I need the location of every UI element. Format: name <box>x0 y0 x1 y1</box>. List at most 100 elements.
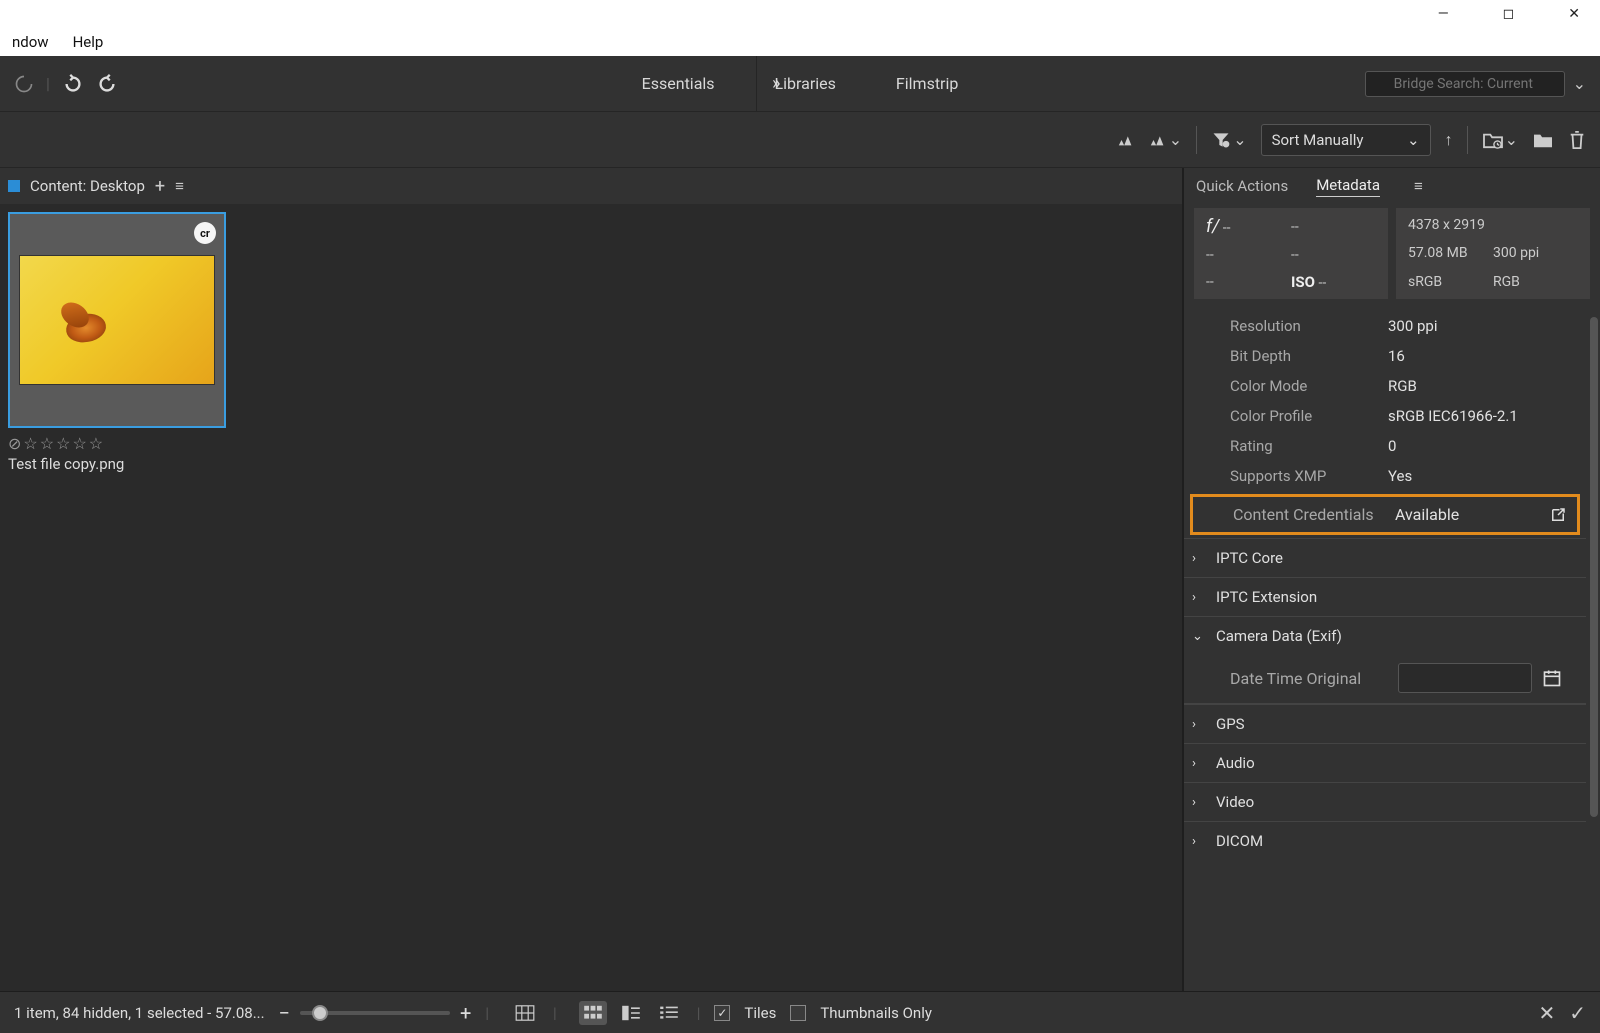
tab-libraries[interactable]: Libraries <box>775 74 836 93</box>
sort-dropdown[interactable]: Sort Manually ⌄ <box>1261 124 1431 156</box>
datetime-original-label: Date Time Original <box>1230 669 1388 688</box>
tab-quick-actions[interactable]: Quick Actions <box>1196 177 1288 195</box>
add-content-icon[interactable]: + <box>155 176 165 197</box>
tiles-checkbox[interactable] <box>714 1005 730 1021</box>
zoom-out-icon[interactable]: − <box>279 1001 290 1025</box>
section-audio[interactable]: › Audio <box>1184 743 1586 782</box>
separator <box>1467 126 1468 154</box>
scrollbar[interactable] <box>1590 317 1598 817</box>
view-thumbnails-icon[interactable] <box>579 1001 607 1025</box>
content-body[interactable]: cr ⊘ ☆ ☆ ☆ ☆ ☆ Test file copy.png <box>0 204 1182 991</box>
view-details-icon[interactable] <box>617 1001 645 1025</box>
sort-ascending-icon[interactable]: ↑ <box>1445 130 1453 150</box>
close-button[interactable]: ✕ <box>1556 2 1592 26</box>
status-text: 1 item, 84 hidden, 1 selected - 57.08... <box>14 1004 265 1022</box>
apply-icon[interactable]: ✓ <box>1569 1001 1586 1025</box>
star-icon[interactable]: ☆ <box>72 434 86 453</box>
aperture-label: f/ <box>1206 216 1219 237</box>
zoom-in-icon[interactable]: + <box>460 1001 471 1025</box>
content-title: Content: Desktop <box>30 177 145 195</box>
menu-window[interactable]: ndow <box>2 30 59 54</box>
iso-label: ISO <box>1291 273 1315 291</box>
meta-row-content-credentials[interactable]: Content Credentials Available <box>1190 494 1580 535</box>
camera-data-body: Date Time Original <box>1184 655 1586 704</box>
zoom-slider[interactable] <box>300 1011 450 1015</box>
meta-row-colorprofile: Color Profile sRGB IEC61966-2.1 <box>1230 401 1586 431</box>
chevron-down-icon: ⌄ <box>1192 629 1206 644</box>
recent-folder-icon[interactable]: ⌄ <box>1482 130 1518 149</box>
maximize-button[interactable]: ◻ <box>1491 2 1527 26</box>
section-iptc-extension[interactable]: › IPTC Extension <box>1184 577 1586 616</box>
redo-icon[interactable] <box>96 73 118 95</box>
content-header: Content: Desktop + ≡ <box>0 168 1182 204</box>
colorspace-value: sRGB <box>1408 274 1493 290</box>
status-bar: 1 item, 84 hidden, 1 selected - 57.08...… <box>0 991 1600 1033</box>
cr-badge-icon: cr <box>194 222 216 244</box>
search-input[interactable] <box>1365 71 1565 97</box>
separator <box>1196 126 1197 154</box>
content-menu-icon[interactable]: ≡ <box>175 177 184 195</box>
sort-label: Sort Manually <box>1272 131 1364 149</box>
meta-row-resolution: Resolution 300 ppi <box>1230 311 1586 341</box>
star-icon[interactable]: ☆ <box>89 434 103 453</box>
chevron-right-icon: › <box>1192 717 1206 732</box>
filesize-value: 57.08 MB <box>1408 245 1493 261</box>
exif-camera-box: f/ -- -- -- -- -- ISO -- <box>1194 208 1388 299</box>
tab-metadata[interactable]: Metadata <box>1316 176 1380 197</box>
search-dropdown-icon[interactable]: ⌄ <box>1573 74 1586 93</box>
window-titlebar: — ◻ ✕ <box>0 0 1600 28</box>
meter-value: -- <box>1291 247 1376 263</box>
chevron-right-icon: › <box>1192 795 1206 810</box>
cancel-icon[interactable]: ✕ <box>1538 1001 1555 1025</box>
slider-knob[interactable] <box>312 1005 328 1021</box>
expand-workspace-icon[interactable]: » <box>772 73 780 94</box>
datetime-original-input[interactable] <box>1398 663 1532 693</box>
divider <box>756 56 757 111</box>
chevron-right-icon: › <box>1192 590 1206 605</box>
wb-value: -- <box>1206 274 1291 290</box>
minimize-button[interactable]: — <box>1426 2 1461 26</box>
right-panel: Quick Actions Metadata ≡ f/ -- -- -- -- … <box>1184 168 1600 991</box>
meta-row-bitdepth: Bit Depth 16 <box>1230 341 1586 371</box>
thumbnails-only-label: Thumbnails Only <box>820 1004 932 1022</box>
shutter-value: -- <box>1291 219 1376 235</box>
ppi-value: 300 ppi <box>1493 245 1578 261</box>
panel-menu-icon[interactable]: ≡ <box>1414 177 1423 195</box>
tab-filmstrip[interactable]: Filmstrip <box>896 74 958 93</box>
secondary-toolbar: ⌄ ⌄ Sort Manually ⌄ ↑ ⌄ <box>0 112 1600 168</box>
section-camera-data[interactable]: ⌄ Camera Data (Exif) <box>1184 616 1586 655</box>
chevron-right-icon: › <box>1192 834 1206 849</box>
section-gps[interactable]: › GPS <box>1184 704 1586 743</box>
meta-row-supportsxmp: Supports XMP Yes <box>1230 461 1586 491</box>
boomerang-icon[interactable] <box>14 74 34 94</box>
thumbnail-small-icon[interactable] <box>1117 131 1135 149</box>
section-dicom[interactable]: › DICOM <box>1184 821 1586 860</box>
thumbnail-large-icon[interactable]: ⌄ <box>1149 130 1182 149</box>
star-icon[interactable]: ☆ <box>23 434 37 453</box>
chevron-right-icon: › <box>1192 756 1206 771</box>
rating-stars[interactable]: ⊘ ☆ ☆ ☆ ☆ ☆ <box>8 434 226 453</box>
calendar-icon[interactable] <box>1542 668 1562 688</box>
colormode-value: RGB <box>1493 274 1578 290</box>
tab-essentials[interactable]: Essentials <box>642 74 715 93</box>
trash-icon[interactable] <box>1568 130 1586 150</box>
content-indicator <box>8 180 20 192</box>
view-grid-icon[interactable] <box>511 1001 539 1025</box>
exp-comp-value: -- <box>1206 247 1291 263</box>
external-link-icon[interactable] <box>1549 506 1567 524</box>
section-iptc-core[interactable]: › IPTC Core <box>1184 538 1586 577</box>
star-icon[interactable]: ☆ <box>40 434 54 453</box>
thumbnails-only-checkbox[interactable] <box>790 1005 806 1021</box>
filter-icon[interactable]: ⌄ <box>1211 130 1246 150</box>
top-toolbar: | Essentials Libraries Filmstrip » 🔍 ⌄ <box>0 56 1600 112</box>
open-folder-icon[interactable] <box>1532 131 1554 149</box>
view-list-icon[interactable] <box>655 1001 683 1025</box>
exif-file-box: 4378 x 2919 57.08 MB 300 ppi sRGB RGB <box>1396 208 1590 299</box>
thumbnail-item[interactable]: cr ⊘ ☆ ☆ ☆ ☆ ☆ Test file copy.png <box>8 212 226 473</box>
reject-icon[interactable]: ⊘ <box>8 434 21 453</box>
undo-icon[interactable] <box>62 73 84 95</box>
star-icon[interactable]: ☆ <box>56 434 70 453</box>
menu-help[interactable]: Help <box>63 30 114 54</box>
chevron-down-icon: ⌄ <box>1407 131 1420 149</box>
section-video[interactable]: › Video <box>1184 782 1586 821</box>
